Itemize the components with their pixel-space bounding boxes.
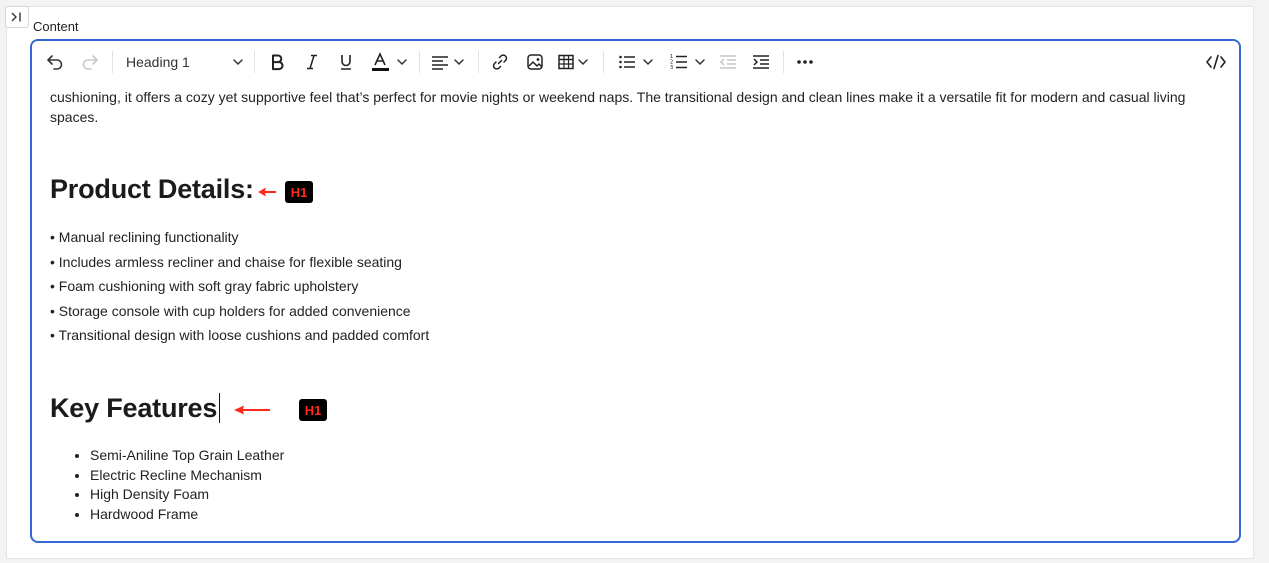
insert-table-button[interactable]	[555, 49, 591, 75]
redo-icon	[82, 55, 98, 70]
annotation-arrow-icon	[234, 405, 270, 415]
toolbar-separator	[112, 51, 113, 73]
list-item: Electric Recline Mechanism	[90, 466, 284, 486]
heading-level-badge: H1	[285, 181, 313, 203]
toolbar-separator	[603, 51, 604, 73]
insert-image-button[interactable]	[522, 49, 548, 75]
underline-icon	[341, 55, 351, 70]
collapse-right-icon	[11, 12, 21, 22]
bold-icon	[272, 54, 284, 71]
more-options-button[interactable]	[792, 49, 818, 75]
product-details-heading: Product Details:	[50, 174, 254, 204]
indent-button[interactable]	[748, 49, 774, 75]
list-item: • Foam cushioning with soft gray fabric …	[50, 278, 359, 294]
numbered-list-button[interactable]: 1 2 3	[666, 49, 710, 75]
underline-button[interactable]	[333, 49, 359, 75]
toolbar-separator	[783, 51, 784, 73]
undo-icon	[47, 55, 63, 70]
numbered-list-icon: 1 2 3	[670, 54, 687, 71]
text-cursor	[219, 393, 220, 423]
field-label: Content	[33, 19, 79, 34]
code-icon	[1206, 54, 1226, 70]
image-icon	[527, 54, 543, 70]
chevron-down-icon	[233, 59, 243, 66]
key-features-list: Semi-Aniline Top Grain Leather Electric …	[50, 446, 284, 524]
bullet-list-button[interactable]	[614, 49, 658, 75]
outdent-icon	[719, 55, 736, 69]
insert-link-button[interactable]	[487, 49, 513, 75]
toolbar-separator	[419, 51, 420, 73]
bold-button[interactable]	[264, 49, 290, 75]
chevron-down-icon	[454, 59, 464, 66]
block-format-select[interactable]: Heading 1	[118, 49, 248, 75]
source-code-button[interactable]	[1202, 49, 1230, 75]
undo-button[interactable]	[42, 49, 68, 75]
list-item: • Includes armless recliner and chaise f…	[50, 253, 402, 270]
annotation-arrow-icon	[258, 187, 276, 197]
indent-icon	[753, 55, 769, 69]
outdent-button[interactable]	[715, 49, 741, 75]
list-item: High Density Foam	[90, 485, 284, 505]
link-icon	[492, 54, 508, 70]
list-item: • Manual reclining functionality	[50, 229, 239, 245]
align-button[interactable]	[428, 49, 468, 75]
align-left-icon	[432, 56, 448, 70]
list-item: Hardwood Frame	[90, 505, 284, 525]
product-details-list: • Manual reclining functionality • Inclu…	[50, 225, 429, 348]
bullet-list-icon	[619, 55, 635, 69]
italic-icon	[307, 54, 317, 70]
italic-button[interactable]	[299, 49, 325, 75]
text-color-icon	[372, 52, 389, 71]
block-format-value: Heading 1	[126, 54, 190, 70]
rich-text-editor[interactable]: Heading 1 1 2 3 cushioning, it offers a …	[30, 39, 1241, 543]
list-item: • Storage console with cup holders for a…	[50, 302, 411, 319]
toolbar-separator	[254, 51, 255, 73]
list-item: • Transitional design with loose cushion…	[50, 327, 430, 343]
table-icon	[558, 54, 574, 70]
svg-text:3: 3	[670, 65, 673, 71]
key-features-heading: Key Features	[50, 393, 218, 423]
heading-level-badge: H1	[299, 399, 327, 421]
chevron-down-icon	[695, 59, 705, 66]
editor-toolbar: Heading 1 1 2 3	[32, 41, 1239, 83]
intro-paragraph: cushioning, it offers a cozy yet support…	[50, 89, 1186, 125]
chevron-down-icon	[578, 59, 588, 66]
redo-button[interactable]	[77, 49, 103, 75]
list-item: Semi-Aniline Top Grain Leather	[90, 446, 284, 466]
text-color-button[interactable]	[366, 49, 412, 75]
toolbar-separator	[478, 51, 479, 73]
collapse-sidebar-button[interactable]	[5, 6, 29, 28]
more-horizontal-icon	[797, 60, 813, 64]
chevron-down-icon	[643, 59, 653, 66]
chevron-down-icon	[397, 59, 407, 66]
